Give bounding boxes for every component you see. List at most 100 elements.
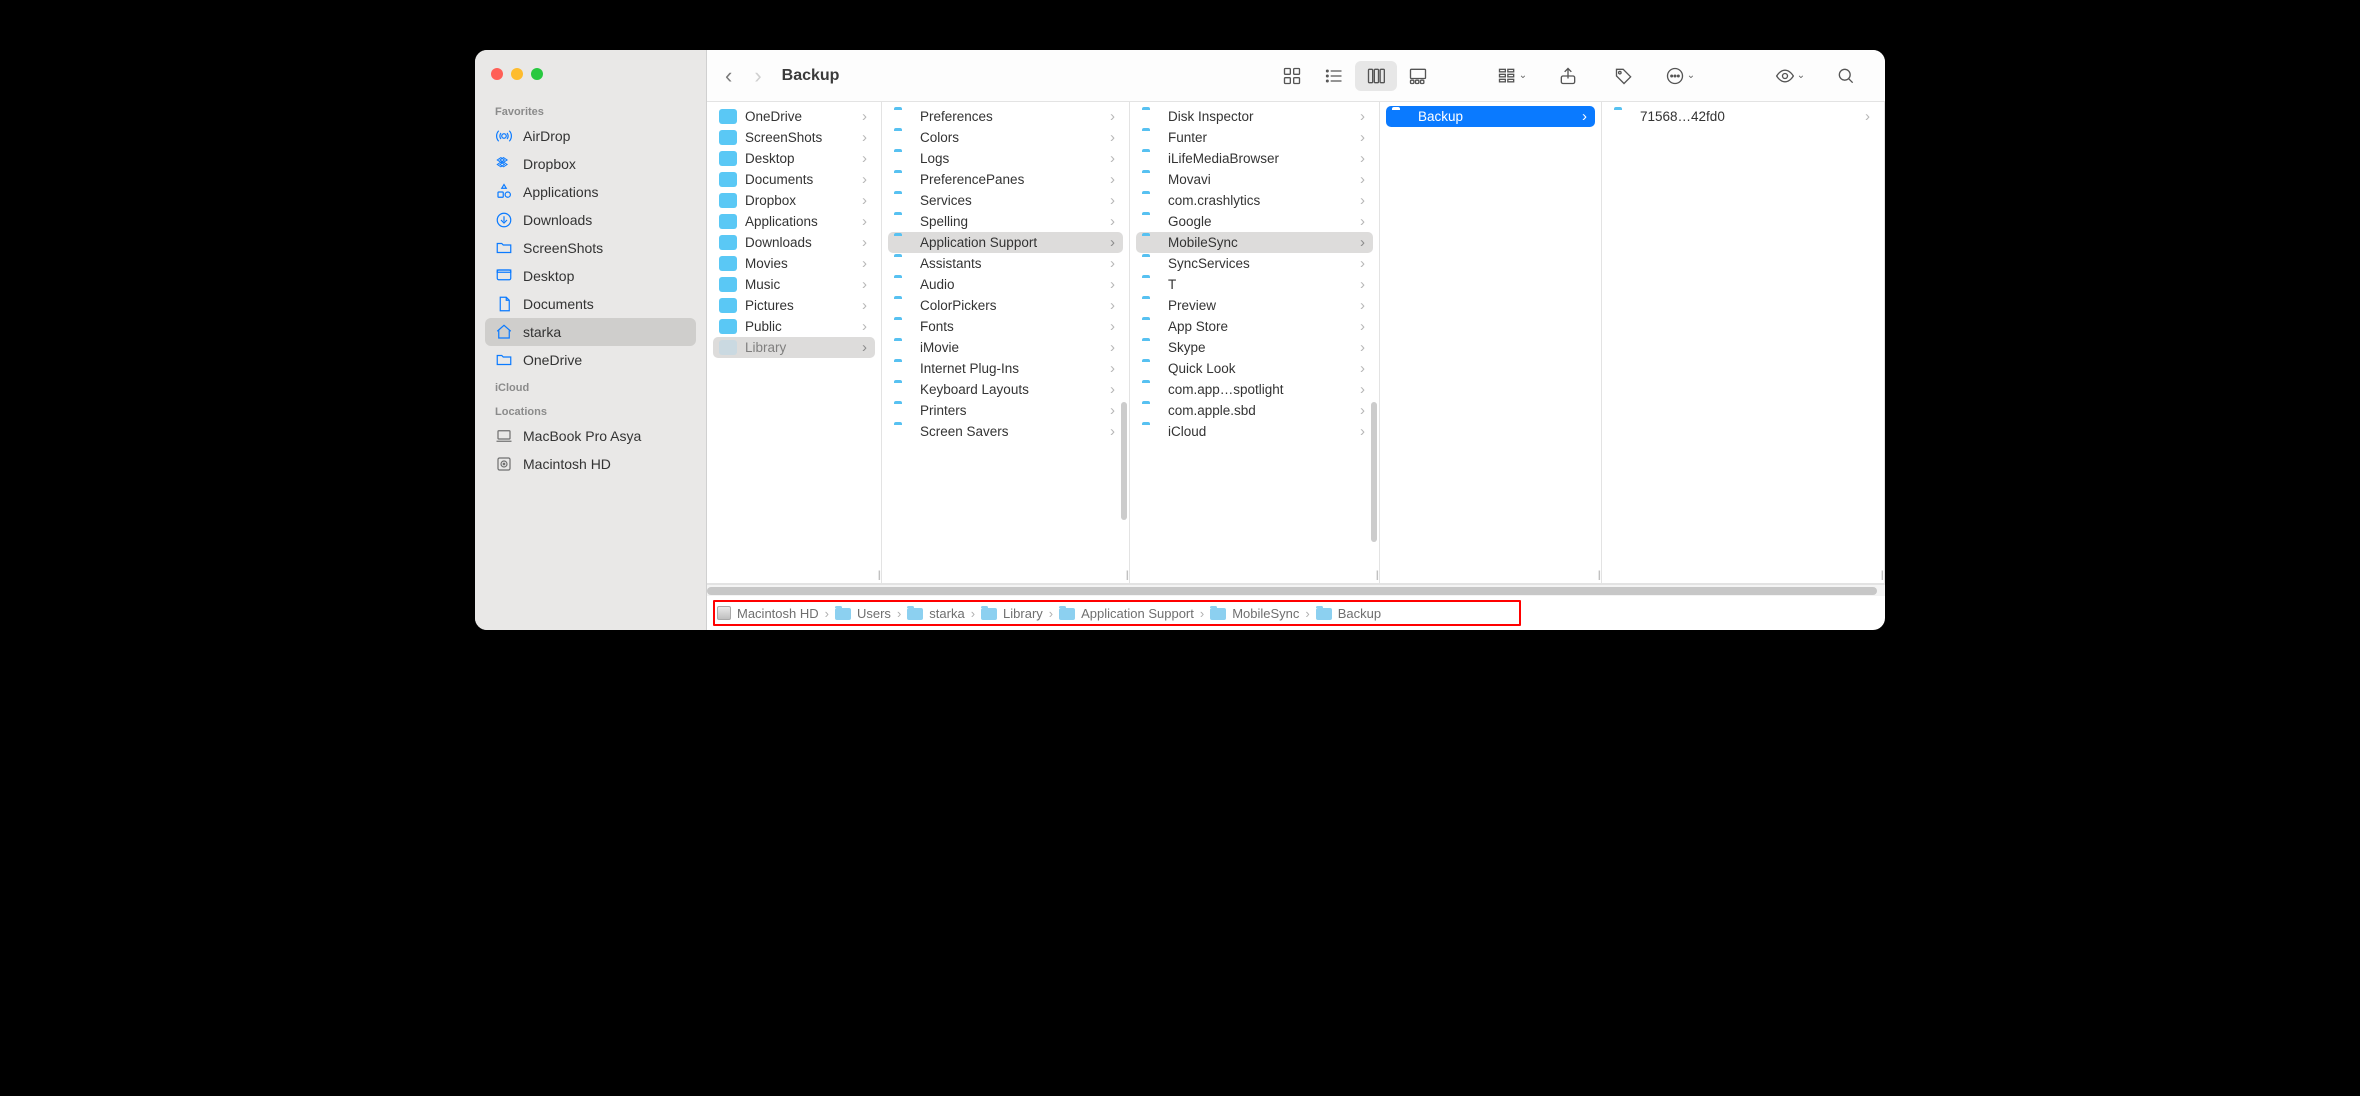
file-row[interactable]: Preview› [1136, 295, 1373, 316]
file-row[interactable]: ScreenShots› [713, 127, 875, 148]
file-row[interactable]: Google› [1136, 211, 1373, 232]
file-row[interactable]: Screen Savers › [888, 421, 1123, 442]
file-row[interactable]: Funter› [1136, 127, 1373, 148]
file-row[interactable]: iCloud› [1136, 421, 1373, 442]
file-row[interactable]: Preferences› [888, 106, 1123, 127]
file-row[interactable]: Library› [713, 337, 875, 358]
file-label: Disk Inspector [1168, 109, 1352, 124]
sidebar-item-onedrive[interactable]: OneDrive [485, 346, 696, 374]
column-resize-handle[interactable]: || [1598, 570, 1599, 581]
sidebar-item-macbook-pro-asya[interactable]: MacBook Pro Asya [485, 422, 696, 450]
file-row[interactable]: com.crashlytics› [1136, 190, 1373, 211]
file-row[interactable]: Music› [713, 274, 875, 295]
sidebar-item-airdrop[interactable]: AirDrop [485, 122, 696, 150]
file-row[interactable]: Documents› [713, 169, 875, 190]
path-segment[interactable]: starka [907, 606, 964, 621]
file-row[interactable]: Applications› [713, 211, 875, 232]
file-row[interactable]: Audio› [888, 274, 1123, 295]
sidebar-item-downloads[interactable]: Downloads [485, 206, 696, 234]
chevron-right-icon: › [1110, 298, 1115, 313]
path-segment[interactable]: Library [981, 606, 1043, 621]
file-row[interactable]: iMovie› [888, 337, 1123, 358]
path-label: Backup [1338, 606, 1381, 621]
gallery-view-button[interactable] [1397, 61, 1439, 91]
file-row[interactable]: Internet Plug-Ins› [888, 358, 1123, 379]
sidebar-item-desktop[interactable]: Desktop [485, 262, 696, 290]
column-resize-handle[interactable]: || [1126, 570, 1127, 581]
column-resize-handle[interactable]: || [878, 570, 879, 581]
file-row[interactable]: T› [1136, 274, 1373, 295]
file-row[interactable]: Public› [713, 316, 875, 337]
share-button[interactable] [1547, 61, 1589, 91]
chevron-right-icon: › [1110, 424, 1115, 439]
file-row[interactable]: Printers› [888, 400, 1123, 421]
action-menu-button[interactable]: ⌄ [1659, 61, 1701, 91]
search-button[interactable] [1825, 61, 1867, 91]
file-row[interactable]: Services› [888, 190, 1123, 211]
list-view-button[interactable] [1313, 61, 1355, 91]
file-label: 71568…42fd0 [1640, 109, 1857, 124]
sidebar-item-dropbox[interactable]: Dropbox [485, 150, 696, 178]
file-row[interactable]: com.apple.sbd› [1136, 400, 1373, 421]
tags-button[interactable] [1603, 61, 1645, 91]
chevron-right-icon: › [1110, 277, 1115, 292]
close-button[interactable] [491, 68, 503, 80]
file-label: Skype [1168, 340, 1352, 355]
column-view-button[interactable] [1355, 61, 1397, 91]
zoom-button[interactable] [531, 68, 543, 80]
file-row[interactable]: Movies› [713, 253, 875, 274]
vertical-scrollbar[interactable] [1121, 402, 1127, 520]
file-row[interactable]: Movavi› [1136, 169, 1373, 190]
file-row[interactable]: Dropbox› [713, 190, 875, 211]
file-row[interactable]: Colors› [888, 127, 1123, 148]
file-row[interactable]: ColorPickers› [888, 295, 1123, 316]
path-segment[interactable]: Macintosh HD [717, 606, 819, 621]
folder-icon [719, 151, 737, 166]
sidebar-item-screenshots[interactable]: ScreenShots [485, 234, 696, 262]
forward-button[interactable]: › [754, 65, 761, 87]
file-row[interactable]: Quick Look› [1136, 358, 1373, 379]
file-row[interactable]: Desktop› [713, 148, 875, 169]
file-row[interactable]: OneDrive› [713, 106, 875, 127]
file-row[interactable]: Pictures› [713, 295, 875, 316]
file-row[interactable]: Fonts› [888, 316, 1123, 337]
file-row[interactable]: Downloads› [713, 232, 875, 253]
file-row[interactable]: Application Support› [888, 232, 1123, 253]
back-button[interactable]: ‹ [725, 65, 732, 87]
vertical-scrollbar[interactable] [1371, 402, 1377, 542]
icon-view-button[interactable] [1271, 61, 1313, 91]
file-row[interactable]: Assistants› [888, 253, 1123, 274]
path-segment[interactable]: Backup [1316, 606, 1381, 621]
file-label: Screen Savers [920, 424, 1102, 439]
file-row[interactable]: Disk Inspector› [1136, 106, 1373, 127]
sidebar-item-documents[interactable]: Documents [485, 290, 696, 318]
file-label: Desktop [745, 151, 854, 166]
path-segment[interactable]: MobileSync [1210, 606, 1299, 621]
sidebar-item-starka[interactable]: starka [485, 318, 696, 346]
folder-icon [894, 256, 912, 271]
dropbox-icon [495, 155, 513, 173]
column-resize-handle[interactable]: || [1881, 570, 1882, 581]
preview-toggle-button[interactable]: ⌄ [1769, 61, 1811, 91]
sidebar-item-applications[interactable]: Applications [485, 178, 696, 206]
file-row[interactable]: App Store› [1136, 316, 1373, 337]
group-by-button[interactable]: ⌄ [1491, 61, 1533, 91]
file-row[interactable]: com.app…spotlight› [1136, 379, 1373, 400]
path-segment[interactable]: Users [835, 606, 891, 621]
file-row[interactable]: Skype› [1136, 337, 1373, 358]
file-row[interactable]: 71568…42fd0› [1608, 106, 1878, 127]
horizontal-scrollbar[interactable] [707, 584, 1885, 596]
file-row[interactable]: Backup› [1386, 106, 1595, 127]
chevron-right-icon: › [1110, 361, 1115, 376]
file-row[interactable]: MobileSync› [1136, 232, 1373, 253]
file-row[interactable]: Keyboard Layouts› [888, 379, 1123, 400]
file-row[interactable]: iLifeMediaBrowser› [1136, 148, 1373, 169]
file-row[interactable]: PreferencePanes› [888, 169, 1123, 190]
file-row[interactable]: Logs› [888, 148, 1123, 169]
file-row[interactable]: SyncServices› [1136, 253, 1373, 274]
path-segment[interactable]: Application Support [1059, 606, 1194, 621]
file-row[interactable]: Spelling› [888, 211, 1123, 232]
column-resize-handle[interactable]: || [1376, 570, 1377, 581]
minimize-button[interactable] [511, 68, 523, 80]
sidebar-item-macintosh-hd[interactable]: Macintosh HD [485, 450, 696, 478]
